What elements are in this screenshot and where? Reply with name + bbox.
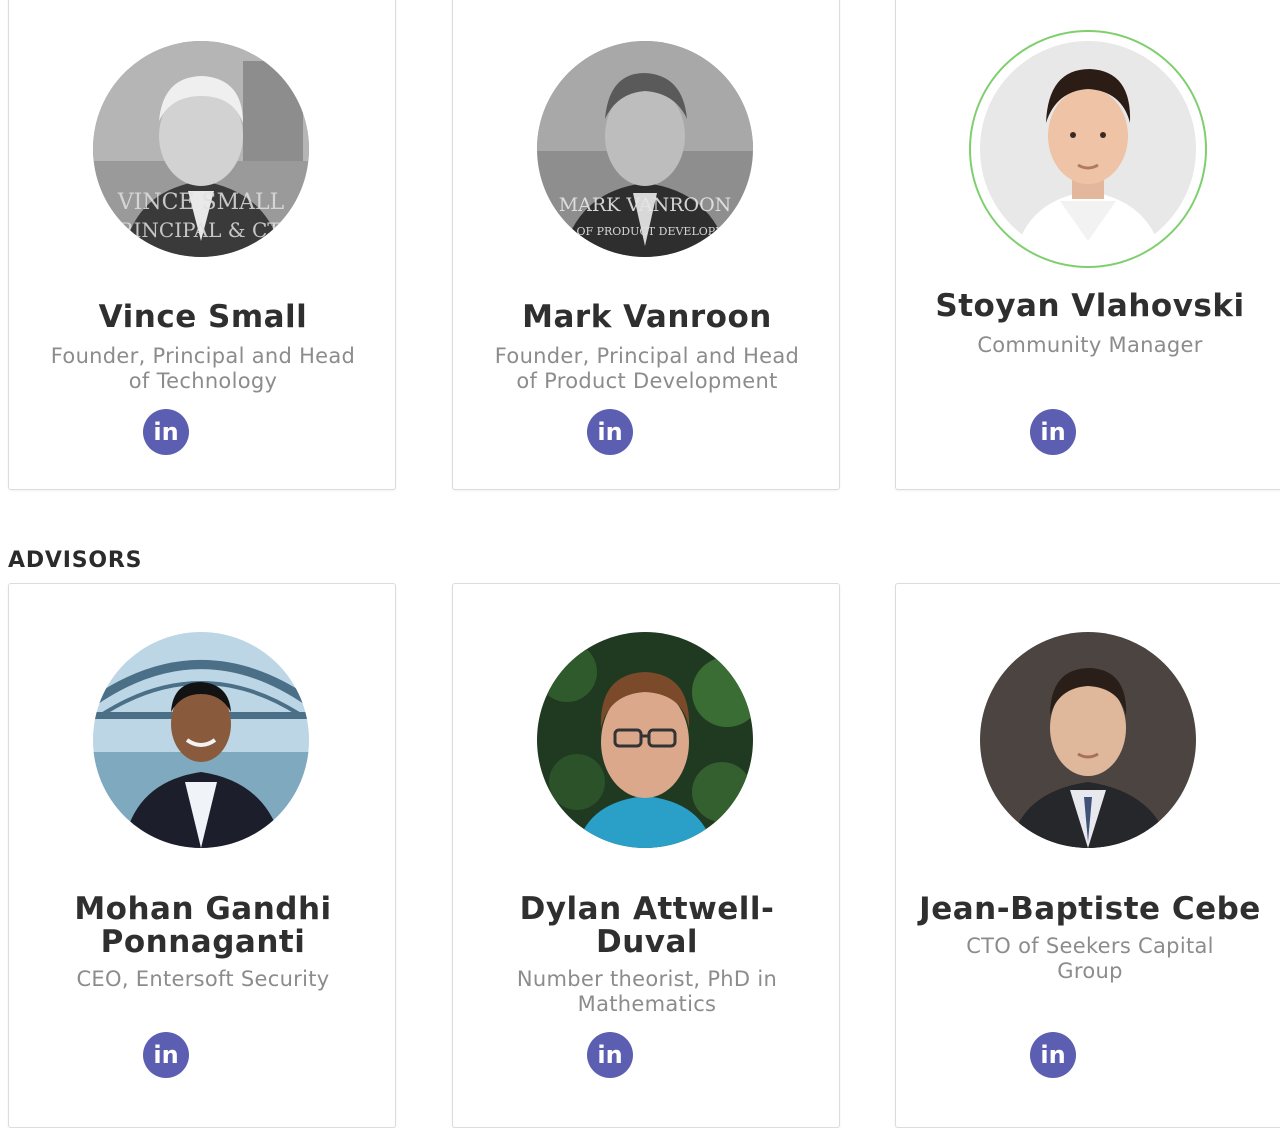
advisor-card-mohan: Mohan Gandhi Ponnaganti CEO, Entersoft S… (8, 583, 396, 1128)
advisor-role: CTO of Seekers Capital Group (966, 934, 1214, 983)
team-card-vince-small: VINCE SMALL PRINCIPAL & CTO Vince Small … (8, 0, 396, 490)
photo-stoyan-vlahovski (980, 41, 1196, 257)
member-name: Mark Vanroon (522, 299, 772, 335)
advisor-name: Jean-Baptiste Cebe (919, 891, 1261, 927)
advisor-role: CEO, Entersoft Security (76, 967, 330, 991)
advisor-card-dylan: Dylan Attwell-Duval Number theorist, PhD… (452, 583, 840, 1128)
advisor-role: Number theorist, PhD in Mathematics (516, 967, 778, 1016)
advisor-name: Dylan Attwell-Duval (519, 891, 775, 960)
avatar-vince-small: VINCE SMALL PRINCIPAL & CTO (93, 41, 309, 257)
photo-jean-baptiste-cebe (980, 632, 1196, 848)
avatar-jean-baptiste-cebe (980, 632, 1196, 848)
photo-caption: HEAD OF PRODUCT DEVELOPMENT (539, 225, 753, 238)
photo-dylan-attwell-duval (537, 632, 753, 848)
avatar-stoyan-vlahovski (980, 41, 1196, 257)
member-role: Founder, Principal and Head of Product D… (494, 344, 800, 393)
linkedin-icon[interactable]: in (1030, 1032, 1076, 1078)
section-title-advisors: ADVISORS (8, 548, 143, 573)
member-role: Community Manager (977, 333, 1203, 357)
photo-mark-vanroon: MARK VANROON HEAD OF PRODUCT DEVELOPMENT (537, 41, 753, 257)
team-card-stoyan-vlahovski: Stoyan Vlahovski Community Manager in (895, 0, 1280, 490)
avatar-mark-vanroon: MARK VANROON HEAD OF PRODUCT DEVELOPMENT (537, 41, 753, 257)
photo-caption: VINCE SMALL (117, 190, 285, 215)
linkedin-icon[interactable]: in (143, 1032, 189, 1078)
photo-vince-small: VINCE SMALL PRINCIPAL & CTO (93, 41, 309, 257)
linkedin-icon[interactable]: in (1030, 409, 1076, 455)
linkedin-icon[interactable]: in (587, 1032, 633, 1078)
photo-caption: PRINCIPAL & CTO (105, 218, 297, 242)
member-name: Vince Small (98, 299, 308, 335)
advisor-name: Mohan Gandhi Ponnaganti (74, 891, 332, 960)
team-card-mark-vanroon: MARK VANROON HEAD OF PRODUCT DEVELOPMENT… (452, 0, 840, 490)
photo-caption: MARK VANROON (559, 194, 732, 216)
member-name: Stoyan Vlahovski (935, 288, 1245, 324)
linkedin-icon[interactable]: in (143, 409, 189, 455)
advisor-card-jean-baptiste: Jean-Baptiste Cebe CTO of Seekers Capita… (895, 583, 1280, 1128)
linkedin-icon[interactable]: in (587, 409, 633, 455)
photo-mohan-gandhi-ponnaganti (93, 632, 309, 848)
avatar-dylan-attwell-duval (537, 632, 753, 848)
avatar-mohan-gandhi-ponnaganti (93, 632, 309, 848)
member-role: Founder, Principal and Head of Technolog… (50, 344, 356, 393)
